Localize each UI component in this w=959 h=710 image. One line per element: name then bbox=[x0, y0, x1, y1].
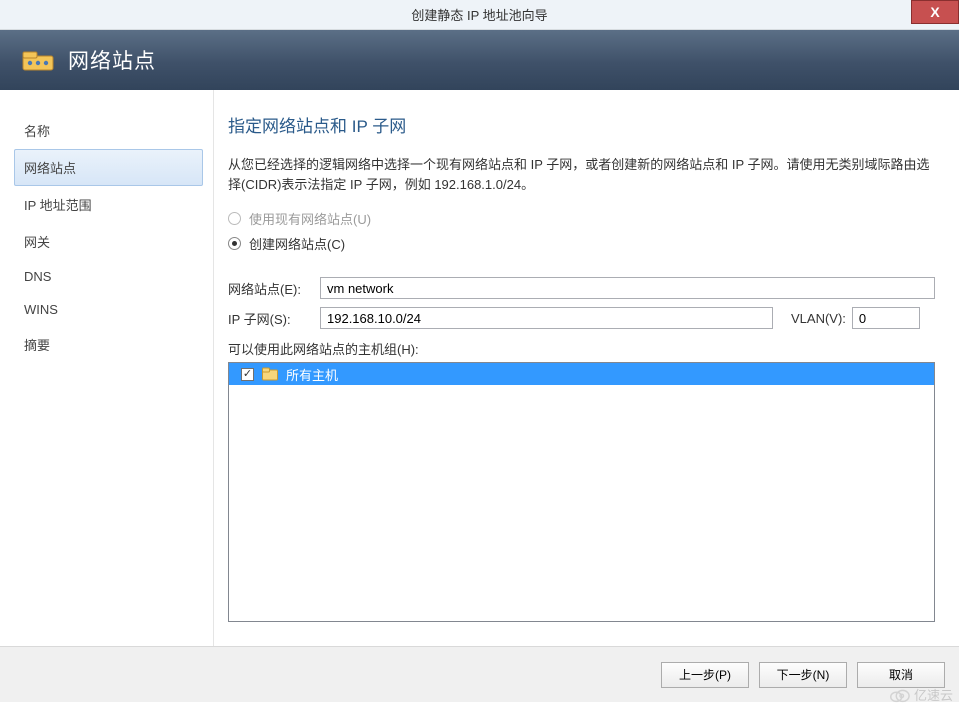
sidebar-item-summary[interactable]: 摘要 bbox=[14, 326, 203, 363]
radio-icon bbox=[228, 237, 241, 250]
checkbox-icon[interactable]: ✓ bbox=[241, 368, 254, 381]
watermark: 亿速云 bbox=[888, 685, 953, 704]
close-button[interactable]: X bbox=[911, 0, 959, 24]
next-button[interactable]: 下一步(N) bbox=[759, 662, 847, 688]
cloud-icon bbox=[888, 687, 910, 703]
radio-icon bbox=[228, 212, 241, 225]
radio-create-new[interactable]: 创建网络站点(C) bbox=[228, 234, 935, 253]
wizard-header-title: 网络站点 bbox=[68, 45, 156, 75]
cancel-button[interactable]: 取消 bbox=[857, 662, 945, 688]
wizard-footer: 上一步(P) 下一步(N) 取消 bbox=[0, 646, 959, 702]
vlan-label: VLAN(V): bbox=[791, 311, 846, 326]
radio-use-existing[interactable]: 使用现有网络站点(U) bbox=[228, 209, 935, 228]
wizard-body: 名称 网络站点 IP 地址范围 网关 DNS WINS 摘要 指定网络站点和 I… bbox=[0, 90, 959, 646]
vlan-input[interactable] bbox=[852, 307, 920, 329]
page-heading: 指定网络站点和 IP 子网 bbox=[228, 112, 935, 137]
wizard-content: 指定网络站点和 IP 子网 从您已经选择的逻辑网络中选择一个现有网络站点和 IP… bbox=[214, 90, 959, 646]
hostgroup-label: 可以使用此网络站点的主机组(H): bbox=[228, 339, 935, 358]
network-site-label: 网络站点(E): bbox=[228, 279, 320, 298]
close-icon: X bbox=[930, 4, 939, 20]
sidebar-item-ip-range[interactable]: IP 地址范围 bbox=[14, 186, 203, 223]
radio-create-new-label: 创建网络站点(C) bbox=[249, 234, 345, 253]
folder-icon bbox=[262, 367, 278, 381]
ip-subnet-label: IP 子网(S): bbox=[228, 309, 320, 328]
hostgroup-item[interactable]: ✓ 所有主机 bbox=[229, 363, 934, 385]
sidebar-item-name[interactable]: 名称 bbox=[14, 112, 203, 149]
page-description: 从您已经选择的逻辑网络中选择一个现有网络站点和 IP 子网，或者创建新的网络站点… bbox=[228, 155, 935, 195]
sidebar-item-dns[interactable]: DNS bbox=[14, 260, 203, 293]
radio-use-existing-label: 使用现有网络站点(U) bbox=[249, 209, 371, 228]
ip-subnet-input[interactable] bbox=[320, 307, 773, 329]
wizard-header: 网络站点 bbox=[0, 30, 959, 90]
network-site-row: 网络站点(E): bbox=[228, 277, 935, 299]
hostgroup-list[interactable]: ✓ 所有主机 bbox=[228, 362, 935, 622]
hostgroup-item-label: 所有主机 bbox=[286, 365, 338, 384]
watermark-text: 亿速云 bbox=[914, 685, 953, 704]
sidebar-item-gateway[interactable]: 网关 bbox=[14, 223, 203, 260]
title-bar: 创建静态 IP 地址池向导 X bbox=[0, 0, 959, 30]
network-site-input[interactable] bbox=[320, 277, 935, 299]
network-site-icon bbox=[22, 46, 56, 74]
sidebar-item-network-site[interactable]: 网络站点 bbox=[14, 149, 203, 186]
ip-subnet-row: IP 子网(S): VLAN(V): bbox=[228, 307, 935, 329]
sidebar-item-wins[interactable]: WINS bbox=[14, 293, 203, 326]
previous-button[interactable]: 上一步(P) bbox=[661, 662, 749, 688]
wizard-steps-sidebar: 名称 网络站点 IP 地址范围 网关 DNS WINS 摘要 bbox=[0, 90, 214, 646]
window-title: 创建静态 IP 地址池向导 bbox=[411, 5, 547, 24]
